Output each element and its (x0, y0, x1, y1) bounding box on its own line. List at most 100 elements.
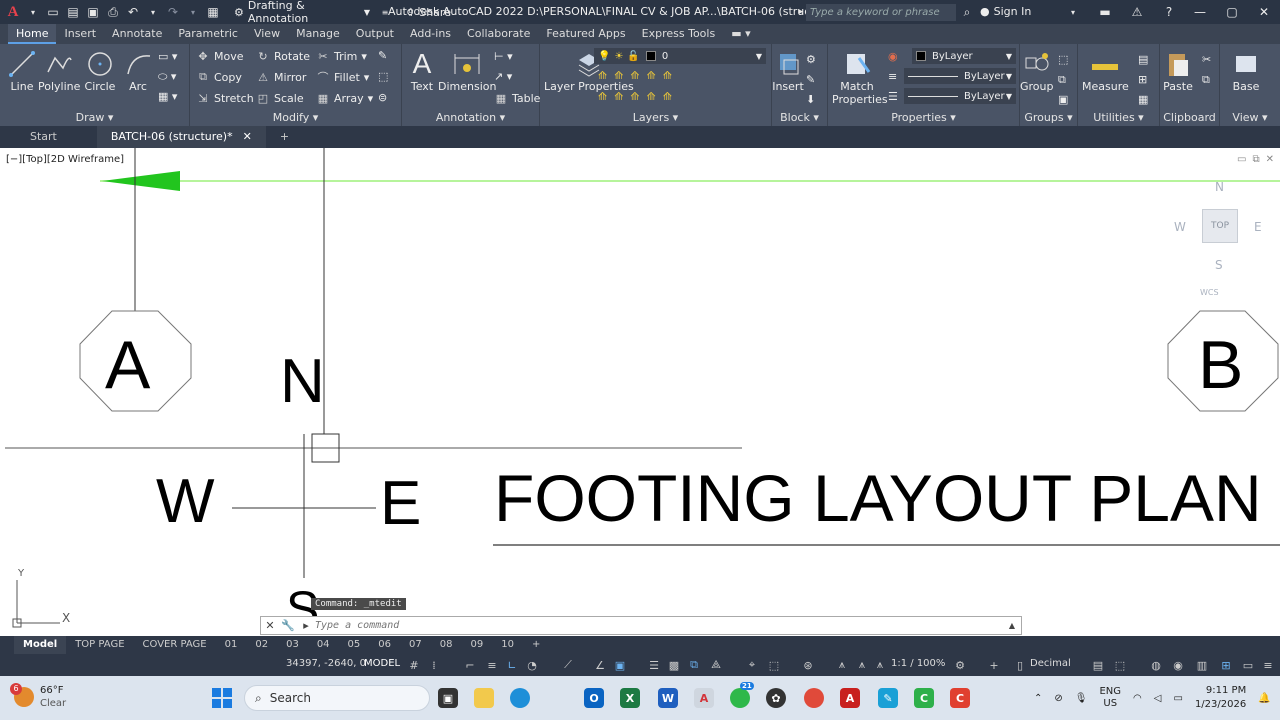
dynamic-input-icon[interactable]: ≡ (484, 657, 500, 673)
viewport-minimize-icon[interactable]: ▭ (1237, 154, 1246, 165)
gizmo-icon[interactable]: ⊛ (800, 657, 816, 673)
tab-output[interactable]: Output (348, 24, 402, 44)
file-explorer-icon[interactable] (474, 688, 494, 708)
maximize-icon[interactable]: ▢ (1216, 0, 1248, 24)
dimension-button[interactable]: Dimension (438, 48, 496, 93)
signin-dropdown-icon[interactable]: ▾ (1064, 3, 1082, 21)
recorder-icon[interactable]: C (950, 688, 970, 708)
command-expand-icon[interactable]: ▲ (1003, 621, 1021, 630)
cart-icon[interactable]: ▬ (1096, 3, 1114, 21)
viewcube-east[interactable]: E (1254, 220, 1262, 234)
tab-express-tools[interactable]: Express Tools (634, 24, 724, 44)
customize-wrench-icon[interactable]: 🔧 (279, 619, 297, 632)
acrobat-icon[interactable]: A (840, 688, 860, 708)
measure-button[interactable]: Measure (1082, 48, 1129, 93)
offset-icon[interactable]: ⊜ (378, 91, 387, 104)
line-button[interactable]: Line (6, 48, 38, 93)
viewport-close-icon[interactable]: ✕ (1266, 154, 1274, 165)
word-icon[interactable]: W (658, 688, 678, 708)
close-tab-icon[interactable]: ✕ (243, 126, 252, 148)
match-properties-button[interactable]: Match Properties (832, 48, 888, 106)
copy-clip-icons[interactable]: ✂ ⧉ (1202, 50, 1216, 90)
color-dropdown[interactable]: ByLayer ▼ (912, 48, 1016, 64)
battery-icon[interactable]: ▭ (1173, 693, 1182, 704)
array-button[interactable]: ▦ Array ▾ (316, 91, 373, 105)
viewcube-west[interactable]: W (1174, 220, 1186, 234)
trim-button[interactable]: ✂ Trim ▾ (316, 49, 367, 63)
properties-panel-title[interactable]: Properties ▾ (828, 111, 1019, 124)
wcs-menu[interactable]: WCS (1200, 288, 1219, 297)
new-tab-icon[interactable]: + (266, 126, 303, 148)
layout-tab-03[interactable]: 03 (277, 636, 308, 654)
tab-parametric[interactable]: Parametric (170, 24, 246, 44)
model-space-button[interactable]: MODEL (364, 658, 400, 669)
ucs-dynamic-icon[interactable]: ⌖ (744, 657, 760, 673)
layout-tab-08[interactable]: 08 (431, 636, 462, 654)
chatgpt-icon[interactable]: ✿ (766, 688, 786, 708)
rotate-button[interactable]: ↻ Rotate (256, 49, 310, 63)
edge-icon[interactable] (510, 688, 530, 708)
layer-dropdown[interactable]: 💡 ☀ 🔓 0 ▼ (594, 48, 766, 64)
group-tools-icons[interactable]: ⬚ ⧉ ▣ (1058, 50, 1074, 110)
start-tab[interactable]: Start (0, 126, 97, 148)
circle-button[interactable]: Circle (84, 48, 116, 93)
grid-icon[interactable]: # (406, 657, 422, 673)
layout-tab-05[interactable]: 05 (339, 636, 370, 654)
viewcube-top-face[interactable]: TOP (1202, 209, 1238, 243)
transparency-icon[interactable]: ▩ (666, 657, 682, 673)
whatsapp-icon[interactable]: 21 (730, 682, 754, 708)
clock[interactable]: 9:11 PM 1/23/2026 (1195, 684, 1246, 712)
task-view-icon[interactable]: ▣ (438, 688, 458, 708)
tab-add-ins[interactable]: Add-ins (402, 24, 459, 44)
groups-panel-title[interactable]: Groups ▾ (1020, 111, 1077, 124)
annotation-scale-value[interactable]: 1:1 / 100% (891, 658, 945, 669)
scale-button[interactable]: ◰ Scale (256, 91, 304, 105)
weather-widget[interactable]: 6 66°F Clear (10, 683, 66, 710)
insert-button[interactable]: Insert (772, 48, 804, 93)
layout-tab-04[interactable]: 04 (308, 636, 339, 654)
language-indicator[interactable]: ENG US (1099, 686, 1121, 710)
group-button[interactable]: Group (1020, 48, 1054, 93)
viewport-label[interactable]: [−][Top][2D Wireframe] (6, 154, 124, 165)
save-icon[interactable]: ▣ (84, 3, 102, 21)
quick-properties-icon[interactable]: ▤ (1090, 657, 1106, 673)
autocad-logo-icon[interactable]: A (4, 3, 22, 21)
ortho-icon[interactable]: ∟ (504, 657, 520, 673)
workspace-gear-icon[interactable]: ⚙ (952, 657, 968, 673)
leader-icon[interactable]: ⊢ ▾ (494, 50, 513, 63)
viewcube[interactable]: N W TOP E S WCS (1170, 180, 1270, 300)
workspace-switcher[interactable]: ⚙ Drafting & Annotation ▼ (228, 0, 376, 25)
sign-in-button[interactable]: ● Sign In (980, 5, 1031, 18)
tray-expand-icon[interactable]: ⌃ (1034, 693, 1042, 704)
copy-button[interactable]: ⧉ Copy (196, 70, 242, 84)
help-icon[interactable]: ? (1160, 3, 1178, 21)
lineweight-icon[interactable]: ≡ (888, 70, 897, 83)
viewport-restore-icon[interactable]: ⧉ (1252, 154, 1259, 165)
hatch-icon[interactable]: ⬭ ▾ (158, 70, 176, 84)
utility-tools-icons[interactable]: ▤ ⊞ ▦ (1138, 50, 1154, 110)
volume-icon[interactable]: ◁ (1154, 693, 1162, 704)
keyword-search-input[interactable]: Type a keyword or phrase (806, 4, 956, 21)
layout-tab-cover-page[interactable]: COVER PAGE (134, 636, 216, 654)
microphone-icon[interactable]: 🎙 (1075, 693, 1088, 704)
undo-dropdown-icon[interactable]: ▾ (144, 3, 162, 21)
explode-icon[interactable]: ⬚ (378, 70, 388, 83)
text-button[interactable]: A Text (406, 48, 438, 93)
snap-icon[interactable]: ⁞ (426, 657, 442, 673)
viewcube-south[interactable]: S (1215, 258, 1223, 272)
close-command-icon[interactable]: ✕ (261, 619, 279, 632)
excel-icon[interactable]: X (620, 688, 640, 708)
close-icon[interactable]: ✕ (1248, 0, 1280, 24)
lock-ui-icon[interactable]: ⬚ (1112, 657, 1128, 673)
draw-panel-title[interactable]: Draw ▾ (0, 111, 189, 124)
object-snap-icon[interactable]: ▣ (612, 657, 628, 673)
viewcube-north[interactable]: N (1215, 180, 1224, 194)
redo-icon[interactable]: ↷ (164, 3, 182, 21)
annotation-scale-icon[interactable]: ⩚ (872, 657, 888, 673)
graphics-performance-icon[interactable]: ◉ (1170, 657, 1186, 673)
new-file-icon[interactable]: ▭ (44, 3, 62, 21)
auto-scale-icon[interactable]: ⩚ (854, 657, 870, 673)
save-as-icon[interactable]: ▦ (204, 3, 222, 21)
autodesk-app-icon[interactable]: ⚠ (1128, 3, 1146, 21)
color-wheel-icon[interactable]: ◉ (888, 50, 898, 63)
